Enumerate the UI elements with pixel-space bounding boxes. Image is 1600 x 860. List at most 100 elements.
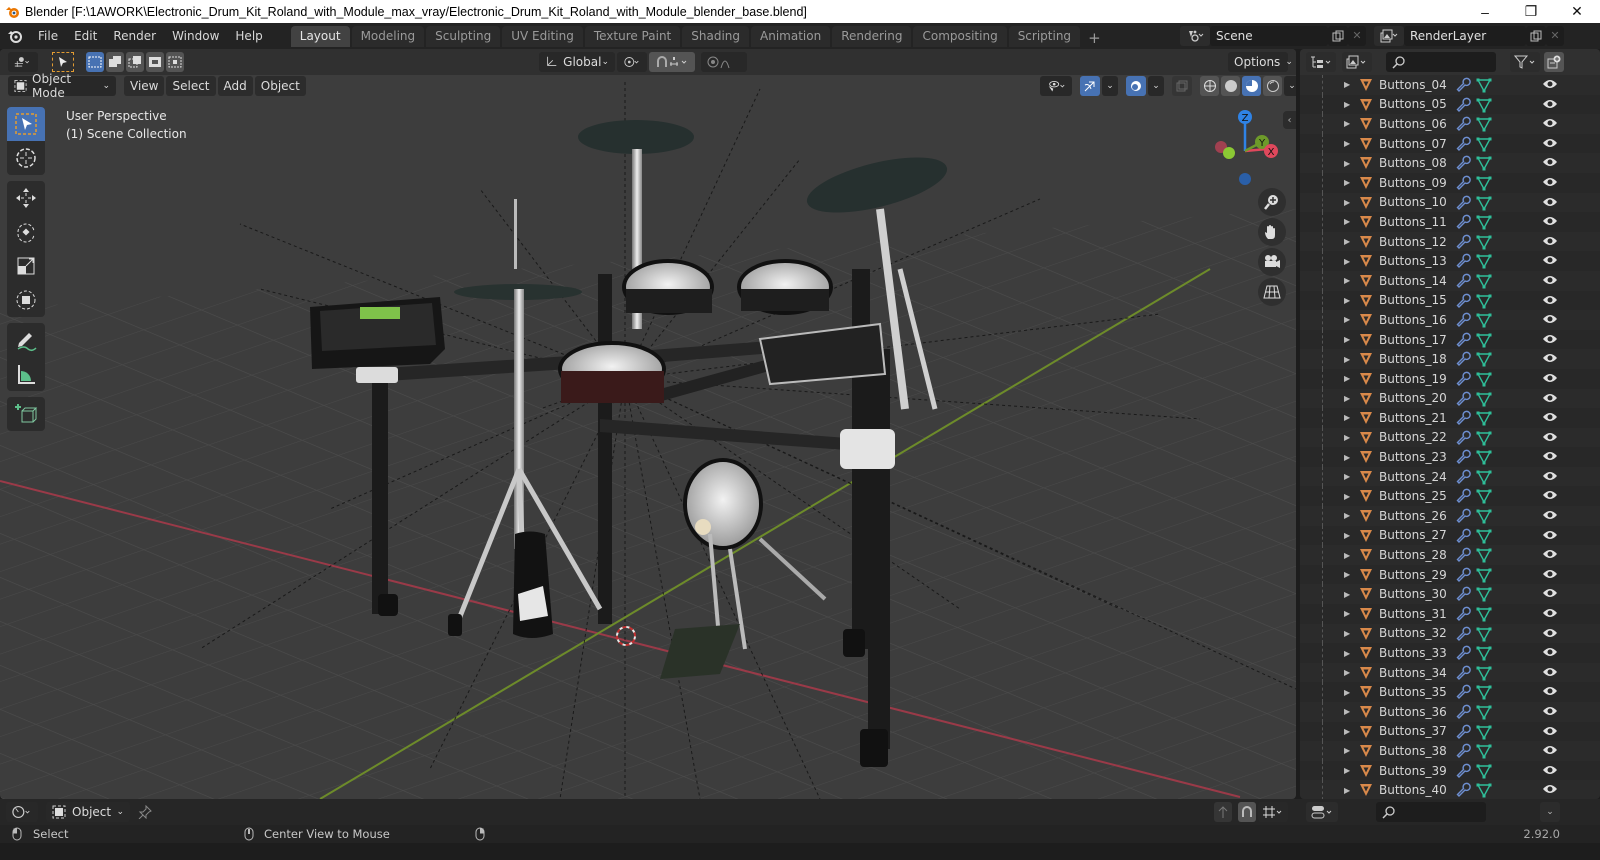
3d-viewport[interactable]: Global ⌄ Options ⌄ Object Mode ⌄ View Se… (0, 49, 1296, 799)
modifier-wrench-icon[interactable] (1456, 645, 1472, 661)
mesh-data-icon[interactable] (1476, 175, 1492, 191)
properties-editor-type-button[interactable] (1306, 802, 1338, 822)
tab-shading[interactable]: Shading (682, 26, 749, 47)
outliner-row[interactable]: ▶ Buttons_19 (1300, 368, 1600, 389)
visibility-eye-icon[interactable] (1542, 98, 1558, 110)
object-name[interactable]: Buttons_26 (1379, 509, 1447, 523)
maximize-button[interactable]: ❐ (1508, 0, 1554, 23)
object-name[interactable]: Buttons_35 (1379, 685, 1447, 699)
transform-orientation-dropdown[interactable]: Global ⌄ (539, 52, 615, 72)
modifier-wrench-icon[interactable] (1456, 391, 1472, 407)
xray-toggle[interactable] (1172, 76, 1192, 96)
tab-animation[interactable]: Animation (751, 26, 831, 47)
shading-dropdown[interactable]: ⌄ (1284, 76, 1296, 96)
object-name[interactable]: Buttons_34 (1379, 666, 1447, 680)
object-name[interactable]: Buttons_33 (1379, 646, 1447, 660)
visibility-eye-icon[interactable] (1542, 235, 1558, 247)
object-name[interactable]: Buttons_32 (1379, 626, 1447, 640)
outliner-row[interactable]: ▶ Buttons_31 (1300, 604, 1600, 624)
mesh-data-icon[interactable] (1476, 665, 1492, 681)
outliner-row[interactable]: ▶ Buttons_27 (1300, 525, 1600, 546)
object-name[interactable]: Buttons_38 (1379, 744, 1447, 758)
new-collection-button[interactable] (1544, 52, 1564, 72)
scene-browse-button[interactable] (1180, 25, 1210, 46)
object-name[interactable]: Buttons_17 (1379, 333, 1447, 347)
tab-layout[interactable]: Layout (290, 26, 350, 47)
modifier-wrench-icon[interactable] (1456, 508, 1472, 524)
modifier-wrench-icon[interactable] (1456, 586, 1472, 602)
modifier-wrench-icon[interactable] (1456, 704, 1472, 720)
object-mode-dropdown[interactable]: Object ⌄ (46, 802, 130, 822)
object-name[interactable]: Buttons_24 (1379, 470, 1447, 484)
menu-select[interactable]: Select (166, 76, 216, 96)
snap-toggle[interactable] (649, 52, 695, 72)
tool-annotate[interactable] (7, 323, 45, 357)
tab-rendering[interactable]: Rendering (832, 26, 912, 47)
visibility-eye-icon[interactable] (1542, 587, 1558, 599)
mesh-data-icon[interactable] (1476, 704, 1492, 720)
outliner-row[interactable]: ▶ Buttons_11 (1300, 212, 1600, 232)
visibility-eye-icon[interactable] (1542, 215, 1558, 227)
overlays-toggle[interactable] (1126, 76, 1146, 96)
mesh-data-icon[interactable] (1476, 782, 1492, 798)
object-name[interactable]: Buttons_18 (1379, 352, 1447, 366)
mesh-data-icon[interactable] (1476, 312, 1492, 328)
mesh-data-icon[interactable] (1476, 332, 1492, 348)
object-name[interactable]: Buttons_15 (1379, 293, 1447, 307)
expand-arrow-icon[interactable]: ▶ (1344, 668, 1350, 677)
visibility-eye-icon[interactable] (1542, 274, 1558, 286)
modifier-wrench-icon[interactable] (1456, 97, 1472, 113)
mesh-data-icon[interactable] (1476, 410, 1492, 426)
visibility-eye-icon[interactable] (1542, 294, 1558, 306)
mesh-data-icon[interactable] (1476, 763, 1492, 779)
menu-edit[interactable]: Edit (66, 29, 105, 43)
visibility-eye-icon[interactable] (1542, 548, 1558, 560)
expand-arrow-icon[interactable]: ▶ (1344, 531, 1350, 540)
expand-arrow-icon[interactable]: ▶ (1344, 786, 1350, 795)
object-name[interactable]: Buttons_25 (1379, 489, 1447, 503)
auto-keying-toggle[interactable] (1214, 802, 1232, 822)
outliner-row[interactable]: ▶ Buttons_08 (1300, 153, 1600, 173)
add-workspace-button[interactable]: + (1082, 29, 1107, 47)
modifier-wrench-icon[interactable] (1456, 77, 1472, 93)
zoom-view-button[interactable] (1258, 188, 1286, 216)
mesh-data-icon[interactable] (1476, 253, 1492, 269)
mesh-data-icon[interactable] (1476, 508, 1492, 524)
object-name[interactable]: Buttons_10 (1379, 195, 1447, 209)
outliner-row[interactable]: ▶ Buttons_18 (1300, 349, 1600, 369)
active-tool-indicator[interactable] (52, 52, 74, 72)
object-name[interactable]: Buttons_27 (1379, 528, 1447, 542)
modifier-wrench-icon[interactable] (1456, 371, 1472, 387)
select-intersect-button[interactable] (166, 52, 184, 72)
expand-arrow-icon[interactable]: ▶ (1344, 649, 1350, 658)
visibility-eye-icon[interactable] (1542, 450, 1558, 462)
material-preview-button[interactable] (1242, 76, 1261, 96)
menu-add[interactable]: Add (217, 76, 253, 96)
visibility-eye-icon[interactable] (1542, 568, 1558, 580)
visibility-eye-icon[interactable] (1542, 646, 1558, 658)
visibility-eye-icon[interactable] (1542, 489, 1558, 501)
tool-move[interactable] (7, 181, 45, 215)
minimize-button[interactable]: – (1462, 0, 1508, 23)
outliner-row[interactable]: ▶ Buttons_33 (1300, 643, 1600, 663)
mesh-data-icon[interactable] (1476, 351, 1492, 367)
modifier-wrench-icon[interactable] (1456, 567, 1472, 583)
tool-add-cube[interactable] (7, 397, 45, 431)
mesh-data-icon[interactable] (1476, 567, 1492, 583)
visibility-eye-icon[interactable] (1542, 685, 1558, 697)
expand-arrow-icon[interactable]: ▶ (1344, 746, 1350, 755)
perspective-toggle-button[interactable] (1258, 278, 1286, 306)
object-name[interactable]: Buttons_16 (1379, 313, 1447, 327)
modifier-wrench-icon[interactable] (1456, 175, 1472, 191)
modifier-wrench-icon[interactable] (1456, 332, 1472, 348)
modifier-wrench-icon[interactable] (1456, 606, 1472, 622)
modifier-wrench-icon[interactable] (1456, 469, 1472, 485)
expand-arrow-icon[interactable]: ▶ (1344, 119, 1350, 128)
visibility-eye-icon[interactable] (1542, 509, 1558, 521)
select-invert-button[interactable] (146, 52, 164, 72)
visibility-eye-icon[interactable] (1542, 783, 1558, 795)
expand-arrow-icon[interactable]: ▶ (1344, 217, 1350, 226)
modifier-wrench-icon[interactable] (1456, 430, 1472, 446)
visibility-eye-icon[interactable] (1542, 470, 1558, 482)
outliner-row[interactable]: ▶ Buttons_34 (1300, 662, 1600, 683)
